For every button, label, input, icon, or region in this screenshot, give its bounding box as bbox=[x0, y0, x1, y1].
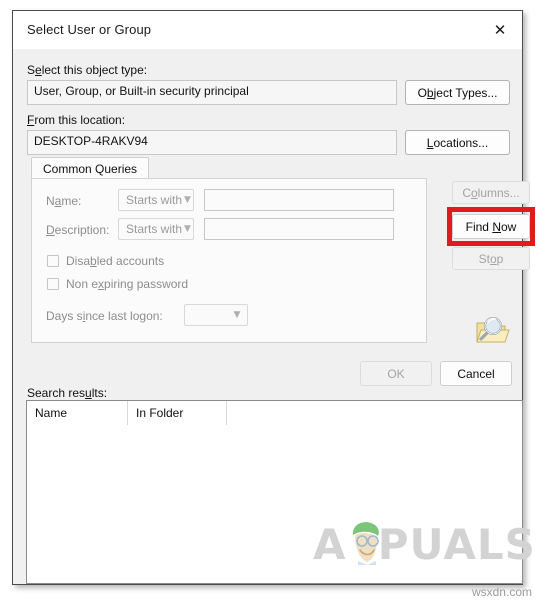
query-description-input[interactable] bbox=[204, 218, 394, 240]
search-results-label: Search results: bbox=[27, 386, 108, 400]
checkbox-non-expiring-password-label: Non expiring password bbox=[66, 277, 189, 291]
stop-button[interactable]: Stop bbox=[452, 247, 530, 270]
object-type-field[interactable]: User, Group, or Built-in security princi… bbox=[27, 80, 397, 105]
query-name-input[interactable] bbox=[204, 189, 394, 211]
chevron-down-icon: ▼ bbox=[184, 195, 191, 205]
cancel-button-label: Cancel bbox=[457, 366, 495, 381]
search-results-list[interactable]: Name In Folder bbox=[26, 400, 523, 584]
close-x-icon: ✕ bbox=[493, 20, 507, 39]
days-since-logon-select[interactable]: ▼ bbox=[184, 304, 248, 326]
cancel-button[interactable]: Cancel bbox=[440, 361, 512, 386]
query-description-operator-select[interactable]: Starts with ▼ bbox=[118, 218, 194, 240]
find-now-button-label: Find Now bbox=[465, 219, 517, 234]
checkbox-disabled-accounts-label: Disabled accounts bbox=[66, 254, 165, 268]
object-types-button-label: Object Types... bbox=[417, 85, 498, 100]
ok-button[interactable]: OK bbox=[360, 361, 432, 386]
chevron-down-icon: ▼ bbox=[233, 310, 241, 320]
dialog-titlebar: Select User or Group ✕ bbox=[13, 11, 522, 49]
query-name-operator-value: Starts with bbox=[126, 193, 183, 207]
location-label: From this location: bbox=[27, 113, 126, 127]
tab-common-queries[interactable]: Common Queries bbox=[31, 157, 150, 179]
location-field[interactable]: DESKTOP-4RAKV94 bbox=[27, 130, 397, 155]
close-button[interactable]: ✕ bbox=[478, 11, 522, 49]
query-name-operator-select[interactable]: Starts with ▼ bbox=[118, 189, 194, 211]
object-types-button[interactable]: Object Types... bbox=[405, 80, 510, 105]
query-description-label: Description: bbox=[46, 223, 110, 237]
query-description-operator-value: Starts with bbox=[126, 222, 183, 236]
checkbox-box-icon bbox=[47, 255, 59, 267]
tab-common-queries-label: Common Queries bbox=[43, 161, 138, 176]
locations-button[interactable]: Locations... bbox=[405, 130, 510, 155]
locations-button-label: Locations... bbox=[426, 135, 489, 150]
columns-button[interactable]: Columns... bbox=[452, 181, 530, 204]
columns-button-label: Columns... bbox=[462, 185, 520, 200]
site-credit-text: wsxdn.com bbox=[471, 585, 532, 599]
column-header-in-folder[interactable]: In Folder bbox=[128, 401, 227, 425]
query-tabstrip: Common Queries bbox=[31, 157, 427, 179]
dialog-title: Select User or Group bbox=[27, 22, 152, 37]
magnifier-folder-icon bbox=[476, 317, 510, 343]
stop-button-label: Stop bbox=[478, 251, 504, 266]
screenshot-root: Select User or Group ✕ Select this objec… bbox=[0, 0, 536, 600]
query-name-label: Name: bbox=[46, 194, 82, 208]
chevron-down-icon: ▼ bbox=[184, 224, 191, 234]
ok-button-label: OK bbox=[387, 366, 405, 381]
select-user-or-group-dialog: Select User or Group ✕ Select this objec… bbox=[12, 10, 535, 585]
checkbox-disabled-accounts[interactable]: Disabled accounts bbox=[47, 254, 164, 268]
days-since-logon-label: Days since last logon: bbox=[46, 309, 163, 323]
column-header-name[interactable]: Name bbox=[27, 401, 128, 425]
object-type-label: Select this object type: bbox=[27, 63, 148, 77]
search-results-header: Name In Folder bbox=[27, 401, 522, 425]
common-queries-panel: Name: Starts with ▼ Description: Starts … bbox=[31, 178, 427, 343]
find-now-button[interactable]: Find Now bbox=[452, 214, 530, 239]
checkbox-box-icon bbox=[47, 278, 59, 290]
checkbox-non-expiring-password[interactable]: Non expiring password bbox=[47, 277, 188, 291]
